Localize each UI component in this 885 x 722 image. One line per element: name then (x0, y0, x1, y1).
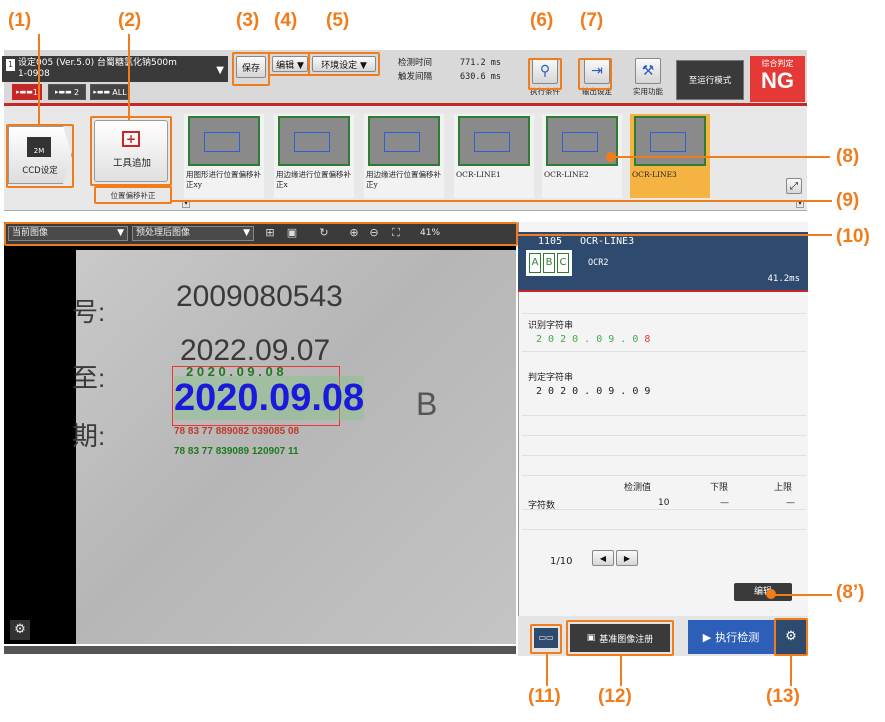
callout-leader (546, 654, 548, 686)
edit-result-button[interactable]: 编辑 (734, 583, 792, 601)
callout-box (90, 116, 172, 186)
judge-value: NG (761, 68, 794, 93)
result-header: 1105 OCR-LINE3 A B C OCR2 41.2ms (518, 232, 808, 292)
setting-subtitle: 1-0908 (18, 69, 50, 79)
run-mode-button[interactable]: 至运行模式 (676, 60, 744, 100)
callout-dot (766, 589, 776, 599)
callout-3: (3) (236, 10, 260, 31)
horizontal-scrollbar[interactable] (4, 646, 516, 654)
chevron-down-icon: ▼ (216, 65, 224, 76)
tab-all[interactable]: ▸▬▬ ALL (90, 84, 130, 100)
callout-leader (790, 656, 792, 686)
callout-8-prime: (8’) (836, 582, 865, 603)
callout-leader (620, 656, 622, 686)
gear-icon[interactable]: ⚙ (10, 620, 30, 640)
callout-box (566, 620, 674, 656)
callout-leader (172, 200, 832, 202)
callout-1: (1) (8, 10, 32, 31)
next-page-button[interactable]: ▶ (616, 550, 638, 566)
setting-selector[interactable]: 1 设定005 (Ver.5.0) 台蜀糖氯化钠500m 1-0908 ▼ (2, 56, 228, 82)
callout-box (232, 52, 270, 86)
prev-page-button[interactable]: ◀ (592, 550, 614, 566)
callout-leader (518, 234, 832, 236)
callout-box (4, 222, 518, 246)
callout-box (308, 52, 380, 76)
page-indicator: 1/10 (550, 556, 573, 567)
callout-box (268, 52, 310, 76)
callout-12: (12) (598, 686, 632, 707)
tool-thumb-image (634, 116, 706, 166)
callout-11: (11) (528, 686, 561, 707)
callout-9: (9) (836, 190, 860, 211)
play-icon: ▶ (702, 630, 712, 644)
callout-box (528, 58, 562, 90)
ocr-tool-icon: A B C (526, 250, 572, 276)
tool-thumb-1[interactable]: 用图形进行位置偏移补正xy (184, 114, 264, 198)
callout-dot (606, 152, 616, 162)
camera-image: 号: 2009080543 2022.09.07 至: 期: 2 0 2 0 .… (72, 250, 516, 644)
utility-icon: ⚒ (635, 58, 661, 84)
setting-title: 设定005 (Ver.5.0) 台蜀糖氯化钠500m (18, 58, 177, 68)
tool-thumb-image (278, 116, 350, 166)
callout-leader (612, 156, 830, 158)
tab-2[interactable]: ▸▬▬ 2 (48, 84, 86, 100)
utility-button[interactable]: ⚒ 实用功能 (628, 58, 668, 102)
trigger-interval-label: 触发间隔 (398, 72, 433, 82)
callout-leader (128, 34, 130, 120)
callout-8: (8) (836, 146, 860, 167)
trigger-interval-value: 630.6 ms (460, 72, 501, 82)
tool-thumb-2[interactable]: 用边缘进行位置偏移补正x (274, 114, 354, 198)
run-inspection-button[interactable]: ▶ 执行检测 (688, 620, 774, 654)
callout-box (94, 186, 172, 204)
judge-string-label: 判定字符串 (528, 373, 574, 383)
expand-icon[interactable]: ⤢ (786, 178, 802, 194)
tool-thumb-4[interactable]: OCR-LINE1 (454, 114, 534, 198)
processing-time: 41.2ms (767, 274, 800, 284)
tool-thumb-image (188, 116, 260, 166)
detect-time-value: 771.2 ms (460, 58, 501, 68)
image-viewer[interactable]: 号: 2009080543 2022.09.07 至: 期: 2 0 2 0 .… (4, 244, 516, 644)
callout-7: (7) (580, 10, 604, 31)
callout-box (6, 124, 74, 188)
overall-judgement: 综合判定 NG (750, 56, 805, 102)
callout-box (774, 618, 808, 656)
callout-box (530, 624, 562, 654)
callout-leader (772, 594, 832, 596)
callout-leader (38, 34, 40, 126)
result-tool-name: OCR-LINE3 (580, 236, 635, 247)
tool-thumb-image (368, 116, 440, 166)
callout-5: (5) (326, 10, 350, 31)
tool-thumb-image (458, 116, 530, 166)
callout-6: (6) (530, 10, 554, 31)
callout-13: (13) (766, 686, 800, 707)
callout-box (578, 58, 612, 90)
callout-4: (4) (274, 10, 298, 31)
setting-icon: 1 (6, 59, 15, 71)
judge-string-value: 2 0 2 0 . 0 9 . 0 9 (536, 386, 651, 397)
callout-10: (10) (836, 226, 870, 247)
tool-thumb-3[interactable]: 用边缘进行位置偏移补正y (364, 114, 444, 198)
detect-time-label: 检测时间 (398, 58, 433, 68)
recognized-string-label: 识别字符串 (528, 321, 574, 331)
callout-2: (2) (118, 10, 142, 31)
